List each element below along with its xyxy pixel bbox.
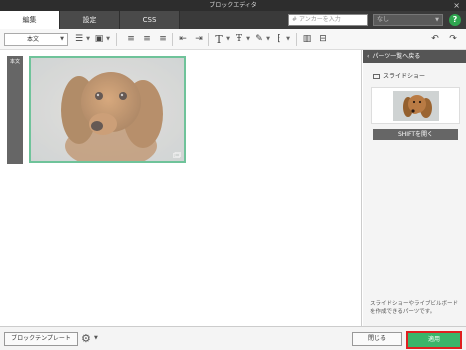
part-title-label: スライドショー (383, 73, 426, 80)
indent-increase-icon[interactable]: ⇥ (192, 33, 206, 46)
line-height-icon[interactable]: Ŧ (232, 33, 246, 46)
apply-button[interactable]: 適用 (406, 331, 462, 349)
chevron-left-icon: ‹ (367, 53, 370, 60)
toolbar-divider (116, 33, 117, 46)
window-title: ブロックエディタ (209, 2, 257, 9)
part-title: スライドショー (373, 71, 425, 80)
chevron-down-icon[interactable]: ▼ (94, 335, 98, 341)
redo-icon[interactable]: ↷ (446, 33, 460, 46)
close-button[interactable]: 閉じる (352, 332, 402, 346)
chevron-down-icon[interactable]: ▼ (225, 33, 231, 46)
help-button[interactable]: ? (449, 14, 461, 26)
paragraph-style-select[interactable]: 本文 ▼ (4, 33, 68, 46)
block-label-bar[interactable]: 本文 (7, 56, 23, 164)
tab-settings[interactable]: 設定 (60, 11, 120, 29)
slideshow-icon (373, 74, 380, 79)
slideshow-thumbnail[interactable] (393, 91, 439, 121)
tab-css[interactable]: CSS (120, 11, 180, 29)
toolbar-divider (172, 33, 173, 46)
hash-icon: # (292, 16, 298, 23)
part-description: スライドショーやライブビルボードを作成できるパーツです。 (370, 301, 459, 315)
box-style-icon[interactable]: ▣ (92, 33, 106, 46)
align-center-icon[interactable]: ≡ (140, 33, 154, 46)
align-left-icon[interactable]: ≡ (124, 33, 138, 46)
anchor-input[interactable]: # アンカーを入力 (288, 14, 368, 26)
target-select-value: なし (377, 16, 390, 23)
chevron-down-icon[interactable]: ▼ (105, 33, 111, 46)
back-to-parts-label: パーツ一覧へ戻る (372, 53, 421, 60)
window-titlebar: ブロックエディタ × (0, 0, 466, 11)
align-right-icon[interactable]: ≡ (156, 33, 170, 46)
indent-decrease-icon[interactable]: ⇤ (176, 33, 190, 46)
gear-icon[interactable]: ⚙ (81, 332, 91, 345)
toolbar-divider (208, 33, 209, 46)
slideshow-icon (173, 152, 181, 158)
chevron-down-icon[interactable]: ▼ (245, 33, 251, 46)
special-chars-icon[interactable]: ⁅ (272, 33, 286, 46)
slideshow-thumbnail-box[interactable] (371, 87, 460, 124)
open-shift-button[interactable]: SHIFTを開く (373, 129, 458, 140)
dog-photo (31, 58, 184, 161)
block-template-button[interactable]: ブロックテンプレート (4, 332, 78, 346)
format-toolbar: 本文 ▼ ☰ ▼ ▣ ▼ ≡ ≡ ≡ ⇤ ⇥ T ▼ Ŧ ▼ ✎ ▼ ⁅ ▼ ▥… (0, 29, 466, 50)
eyedropper-icon[interactable]: ✎ (252, 33, 266, 46)
parts-panel: ‹ パーツ一覧へ戻る スライドショー SHIFTを開く スライドショーやライブビル… (363, 50, 466, 326)
chevron-down-icon[interactable]: ▼ (285, 33, 291, 46)
anchor-placeholder: アンカーを入力 (299, 16, 341, 23)
slideshow-block[interactable] (29, 56, 186, 163)
paragraph-style-value: 本文 (27, 36, 40, 43)
layout-icon[interactable]: ⊟ (316, 33, 330, 46)
bulleted-list-icon[interactable]: ☰ (72, 33, 86, 46)
footer-bar: ブロックテンプレート ⚙ ▼ 閉じる 適用 (0, 326, 466, 350)
columns-icon[interactable]: ▥ (300, 33, 314, 46)
text-size-icon[interactable]: T (212, 33, 226, 46)
chevron-down-icon[interactable]: ▼ (265, 33, 271, 46)
tab-bar: 編集 設定 CSS # アンカーを入力 なし ▼ ? (0, 11, 466, 29)
chevron-down-icon[interactable]: ▼ (85, 33, 91, 46)
chevron-down-icon: ▼ (60, 36, 64, 42)
back-to-parts-button[interactable]: ‹ パーツ一覧へ戻る (363, 50, 466, 63)
toolbar-divider (296, 33, 297, 46)
tab-edit[interactable]: 編集 (0, 11, 60, 29)
editor-canvas[interactable]: 本文 (0, 50, 362, 326)
chevron-down-icon: ▼ (435, 17, 439, 23)
close-icon[interactable]: × (453, 0, 460, 11)
target-select[interactable]: なし ▼ (373, 14, 443, 26)
block-label: 本文 (9, 59, 20, 65)
undo-icon[interactable]: ↶ (428, 33, 442, 46)
